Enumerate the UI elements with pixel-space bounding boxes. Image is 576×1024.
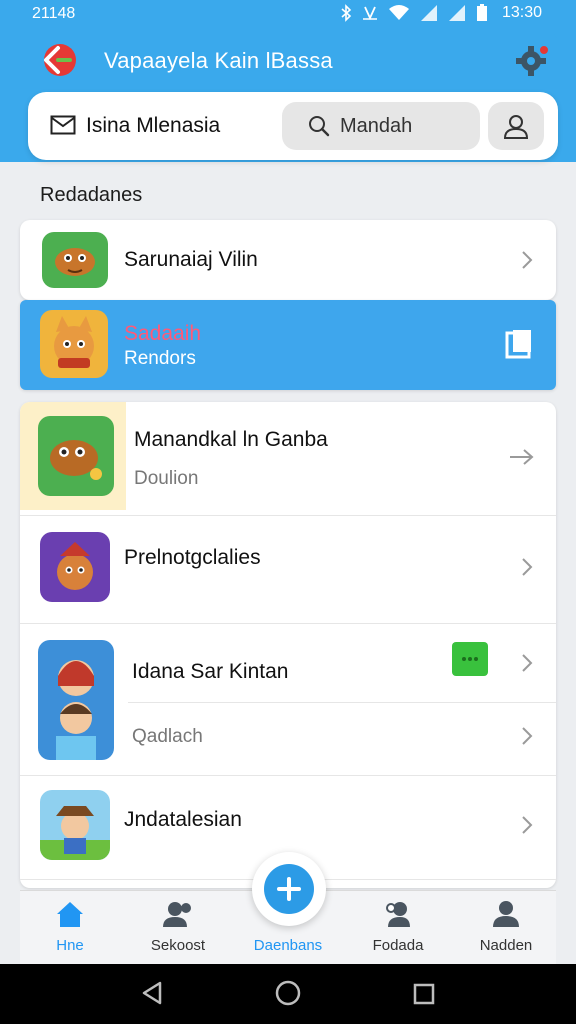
profile-button[interactable] bbox=[488, 102, 544, 150]
plus-icon bbox=[277, 877, 301, 901]
game-thumbnail bbox=[42, 232, 108, 288]
character-icon bbox=[50, 440, 102, 480]
card-title: Sadaaih bbox=[124, 322, 202, 345]
list-item[interactable]: Prelnotgclalies bbox=[20, 516, 556, 624]
home-icon bbox=[57, 902, 83, 927]
item-title: Jndatalesian bbox=[124, 808, 242, 831]
character-icon bbox=[55, 248, 95, 276]
person-pin-icon bbox=[386, 902, 410, 927]
nav-item-people[interactable]: Sekoost bbox=[128, 899, 228, 954]
mail-icon bbox=[50, 115, 76, 135]
status-bar: 21148 13:30 bbox=[0, 0, 576, 28]
signal-icon-2 bbox=[448, 5, 465, 21]
battery-icon bbox=[476, 4, 487, 21]
chevron-right-icon bbox=[522, 727, 533, 745]
nav-item-profile[interactable]: Nadden bbox=[456, 899, 556, 954]
copy-icon[interactable] bbox=[504, 328, 534, 360]
list-item-card-1[interactable]: Sarunaiaj Vilin bbox=[20, 220, 556, 300]
wifi-icon bbox=[388, 5, 409, 20]
app-title: Vapaayela Kain lBassa bbox=[104, 48, 333, 73]
recents-square-icon[interactable] bbox=[412, 982, 436, 1006]
game-thumbnail bbox=[40, 532, 110, 602]
game-thumbnail bbox=[40, 790, 110, 860]
nav-label: Sekoost bbox=[150, 937, 206, 954]
chat-badge[interactable] bbox=[452, 642, 488, 676]
home-circle-icon[interactable] bbox=[274, 979, 302, 1007]
system-navigation-bar bbox=[0, 964, 576, 1024]
back-icon[interactable] bbox=[32, 40, 80, 80]
nav-item-home[interactable]: Hne bbox=[20, 899, 120, 954]
fab-inner bbox=[264, 864, 314, 914]
chevron-right-icon bbox=[522, 251, 533, 269]
item-title: Manandkal ln Ganba bbox=[134, 428, 328, 451]
search-placeholder: Mandah bbox=[340, 114, 413, 137]
back-triangle-icon[interactable] bbox=[140, 980, 164, 1006]
search-row-title: Isina Mlenasia bbox=[86, 114, 221, 137]
game-thumbnail bbox=[38, 640, 114, 760]
signal-icon bbox=[420, 5, 437, 21]
card-subtitle: Rendors bbox=[124, 348, 196, 369]
list-item-card-selected[interactable]: Sadaaih Rendors bbox=[20, 300, 556, 390]
people-icon bbox=[163, 902, 191, 927]
character-icon bbox=[40, 806, 110, 860]
search-input[interactable]: Mandah bbox=[282, 102, 480, 150]
character-icon bbox=[56, 660, 96, 760]
chevron-right-icon bbox=[522, 654, 533, 672]
character-icon bbox=[54, 316, 94, 368]
search-icon bbox=[309, 116, 330, 137]
row-divider bbox=[128, 702, 556, 703]
bluetooth-icon bbox=[341, 4, 352, 22]
nav-label: Fodada bbox=[372, 937, 424, 954]
chat-icon bbox=[462, 657, 478, 661]
chevron-right-icon bbox=[522, 558, 533, 576]
add-fab-button[interactable] bbox=[252, 852, 326, 926]
nav-label: Daenbans bbox=[253, 937, 323, 954]
profile-icon bbox=[493, 901, 519, 927]
nav-item-places[interactable]: Fodada bbox=[348, 899, 448, 954]
nav-label: Nadden bbox=[479, 937, 533, 954]
vibrate-icon bbox=[362, 6, 377, 21]
game-thumbnail bbox=[38, 416, 114, 496]
game-thumbnail bbox=[40, 310, 108, 378]
search-row: Isina Mlenasia Mandah bbox=[28, 92, 558, 160]
item-subtitle: Doulion bbox=[134, 468, 199, 489]
status-icons: 13:30 bbox=[340, 4, 542, 22]
arrow-right-icon bbox=[510, 449, 534, 465]
chevron-right-icon bbox=[522, 816, 533, 834]
character-icon bbox=[57, 542, 93, 590]
app-bar: Vapaayela Kain lBassa Isina Mlenasia Man… bbox=[18, 30, 558, 160]
profile-icon bbox=[503, 115, 529, 139]
list-item[interactable]: Manandkal ln Ganba Doulion bbox=[20, 402, 556, 516]
game-list: Manandkal ln Ganba Doulion Prelnotgclali… bbox=[20, 402, 556, 888]
item-title: Idana Sar Kintan bbox=[132, 660, 289, 683]
status-clock: 13:30 bbox=[501, 4, 542, 21]
card-title: Sarunaiaj Vilin bbox=[124, 248, 258, 271]
section-title: Redadanes bbox=[40, 184, 143, 206]
nav-label: Hne bbox=[56, 937, 84, 954]
notification-dot bbox=[538, 44, 550, 56]
item-title: Prelnotgclalies bbox=[124, 546, 261, 569]
item-subtitle: Qadlach bbox=[132, 726, 203, 747]
list-item[interactable]: Idana Sar Kintan Qadlach bbox=[20, 624, 556, 776]
status-left-time: 21148 bbox=[32, 5, 76, 22]
